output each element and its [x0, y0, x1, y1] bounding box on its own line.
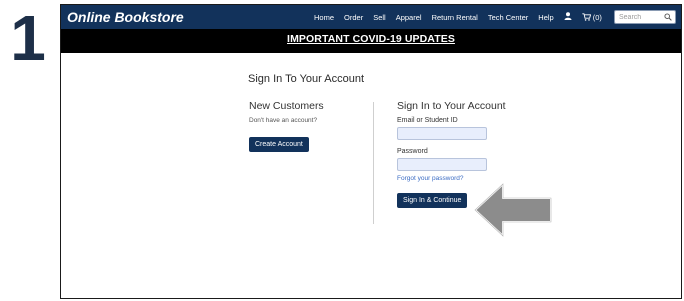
sign-in-heading: Sign In to Your Account [397, 100, 506, 112]
nav-links: Home Order Sell Apparel Return Rental Te… [314, 5, 602, 29]
top-navigation-bar: Online Bookstore Home Order Sell Apparel… [61, 5, 681, 29]
browser-window: Online Bookstore Home Order Sell Apparel… [60, 4, 682, 299]
page-title: Sign In To Your Account [248, 73, 364, 85]
nav-return-rental[interactable]: Return Rental [432, 13, 478, 22]
create-account-button[interactable]: Create Account [249, 137, 309, 152]
new-customers-section: New Customers Don't have an account? Cre… [249, 100, 359, 152]
sign-in-continue-button[interactable]: Sign In & Continue [397, 193, 468, 208]
search-box [614, 10, 676, 24]
tutorial-screenshot: 1 Online Bookstore Home Order Sell Appar… [0, 0, 684, 301]
password-label: Password [397, 148, 428, 155]
step-number: 1 [10, 2, 46, 74]
nav-help[interactable]: Help [538, 13, 553, 22]
nav-tech-center[interactable]: Tech Center [488, 13, 528, 22]
cart-icon [582, 13, 591, 21]
email-field[interactable] [397, 127, 487, 140]
nav-order[interactable]: Order [344, 13, 363, 22]
search-icon[interactable] [664, 13, 672, 21]
nav-apparel[interactable]: Apparel [396, 13, 422, 22]
cart-button[interactable]: (0) [582, 13, 602, 22]
column-divider [373, 102, 374, 224]
covid-banner: IMPORTANT COVID-19 UPDATES [61, 29, 681, 53]
brand-logo[interactable]: Online Bookstore [67, 8, 184, 26]
password-field[interactable] [397, 158, 487, 171]
covid-updates-link[interactable]: IMPORTANT COVID-19 UPDATES [287, 33, 455, 45]
nav-sell[interactable]: Sell [373, 13, 386, 22]
email-label: Email or Student ID [397, 117, 458, 124]
no-account-text: Don't have an account? [249, 117, 318, 124]
user-icon [564, 12, 572, 20]
account-button[interactable] [564, 12, 572, 22]
cart-count: (0) [592, 12, 602, 22]
pointer-arrow-icon [474, 183, 552, 237]
new-customers-heading: New Customers [249, 100, 324, 112]
nav-home[interactable]: Home [314, 13, 334, 22]
search-input[interactable] [617, 11, 663, 23]
